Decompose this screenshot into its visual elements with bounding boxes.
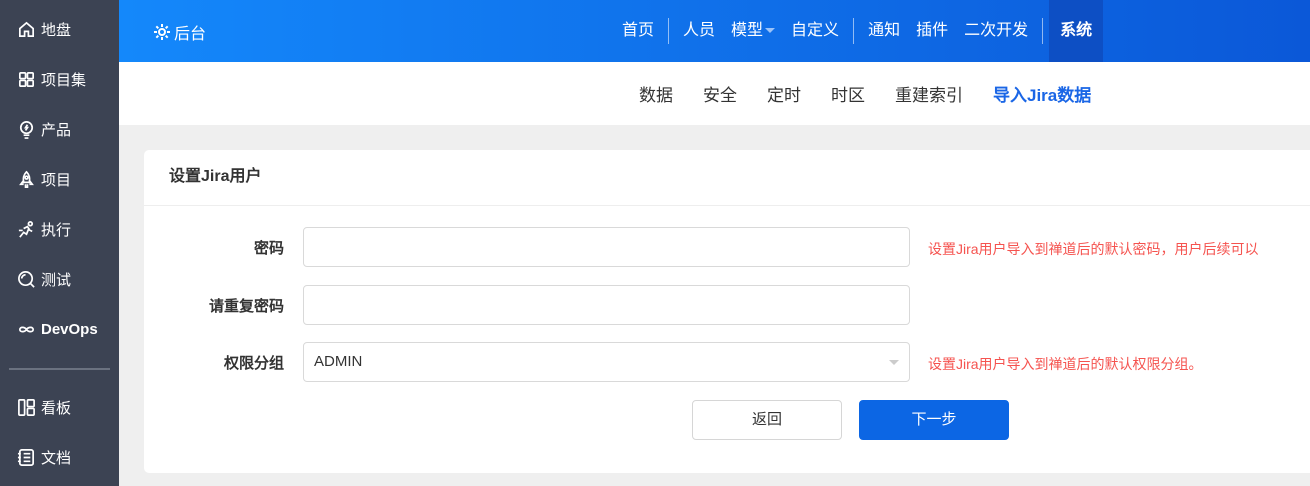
home-icon	[18, 21, 35, 37]
group-row: 权限分组	[144, 342, 284, 382]
bulb-icon	[19, 120, 34, 139]
nav-system[interactable]: 系统	[1049, 0, 1104, 62]
sidebar-item-execution[interactable]: 执行	[0, 204, 119, 254]
gear-icon	[154, 24, 170, 40]
group-label: 权限分组	[223, 354, 284, 372]
nav-separator	[668, 18, 670, 44]
sidebar-item-dashboard[interactable]: 地盘	[0, 4, 119, 54]
sidebar-item-label: 文档	[41, 449, 72, 467]
card-title: 设置Jira用户	[144, 150, 1310, 206]
nav-model-label: 模型	[731, 22, 764, 39]
password-hint: 设置Jira用户导入到禅道后的默认密码，用户后续可以	[928, 241, 1259, 257]
sidebar-item-test[interactable]: 测试	[0, 254, 119, 304]
sidebar-item-label: 看板	[41, 399, 72, 417]
jira-user-card: 设置Jira用户 密码 设置Jira用户导入到禅道后的默认密码，用户后续可以 请…	[144, 150, 1310, 473]
sidebar-item-label: DevOps	[41, 320, 98, 338]
nav-people[interactable]: 人员	[675, 0, 723, 62]
caret-down-icon	[889, 360, 899, 370]
subnav-reindex[interactable]: 重建索引	[895, 81, 963, 106]
sidebar-item-label: 地盘	[41, 21, 72, 39]
infinity-icon	[18, 326, 35, 332]
password-row: 密码	[144, 227, 284, 267]
group-select[interactable]: ADMIN	[303, 342, 910, 382]
sidebar-item-kanban[interactable]: 看板	[0, 382, 119, 432]
doc-icon	[17, 448, 35, 466]
brand-label: 后台	[174, 26, 207, 43]
subnav-timezone[interactable]: 时区	[831, 81, 865, 106]
nav-notify[interactable]: 通知	[860, 0, 908, 62]
sidebar: 地盘 项目集 产品 项目 执行 测试 DevOps 看板 文档	[0, 0, 119, 486]
repeat-password-input[interactable]	[303, 285, 910, 325]
password-input[interactable]	[303, 227, 910, 267]
rocket-icon	[19, 170, 34, 188]
subnav-data[interactable]: 数据	[639, 81, 673, 106]
sidebar-item-label: 测试	[41, 271, 72, 289]
sidebar-item-product[interactable]: 产品	[0, 104, 119, 154]
nav-custom[interactable]: 自定义	[783, 0, 847, 62]
nav-dev[interactable]: 二次开发	[956, 0, 1036, 62]
sidebar-item-project[interactable]: 项目	[0, 154, 119, 204]
group-hint: 设置Jira用户导入到禅道后的默认权限分组。	[928, 356, 1203, 372]
grid-icon	[18, 71, 35, 87]
nav-model[interactable]: 模型	[723, 0, 783, 62]
nav-home[interactable]: 首页	[614, 0, 662, 62]
sidebar-item-devops[interactable]: DevOps	[0, 304, 119, 354]
back-button[interactable]: 返回	[692, 400, 842, 440]
sidebar-item-program[interactable]: 项目集	[0, 54, 119, 104]
sidebar-divider	[9, 368, 110, 370]
subnav-safe[interactable]: 安全	[703, 81, 737, 106]
subnav-import-jira[interactable]: 导入Jira数据	[993, 81, 1091, 106]
sidebar-item-label: 项目集	[41, 71, 87, 89]
top-navbar: 后台 首页 人员 模型 自定义 通知 插件 二次开发 系统	[119, 0, 1310, 62]
nav-separator	[1042, 18, 1044, 44]
next-button[interactable]: 下一步	[859, 400, 1009, 440]
run-icon	[18, 220, 34, 238]
nav-plugin[interactable]: 插件	[908, 0, 956, 62]
repeat-password-row: 请重复密码	[144, 285, 284, 325]
sidebar-item-label: 产品	[41, 121, 72, 139]
nav-separator	[853, 18, 855, 44]
caret-down-icon	[765, 27, 776, 38]
admin-brand[interactable]: 后台	[152, 20, 206, 44]
repeat-password-label: 请重复密码	[208, 297, 284, 315]
kanban-icon	[18, 398, 35, 416]
sidebar-item-doc[interactable]: 文档	[0, 432, 119, 482]
sub-nav: 数据 安全 定时 时区 重建索引 导入Jira数据	[119, 62, 1310, 125]
search-icon	[18, 270, 35, 288]
sidebar-item-label: 项目	[41, 171, 72, 189]
subnav-cron[interactable]: 定时	[767, 81, 801, 106]
group-select-value: ADMIN	[314, 353, 363, 370]
sidebar-item-label: 执行	[41, 221, 72, 239]
password-label: 密码	[253, 239, 284, 257]
main-nav: 首页 人员 模型 自定义 通知 插件 二次开发 系统	[614, 0, 1104, 62]
